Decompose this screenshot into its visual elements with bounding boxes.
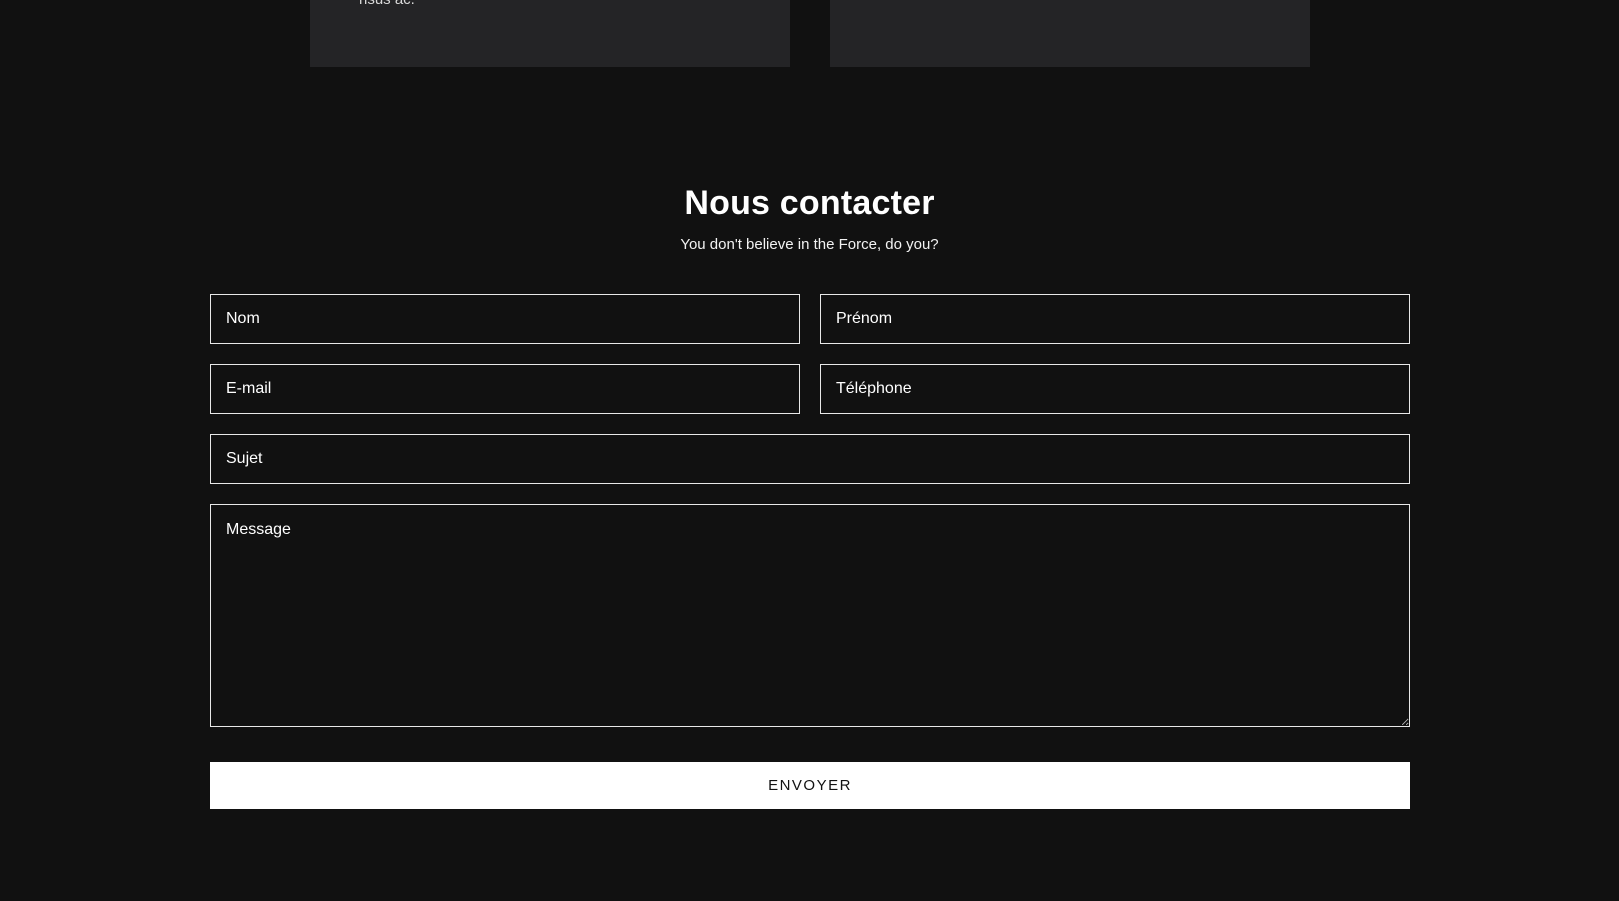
sujet-input[interactable] [210,434,1410,484]
feature-card-text: risus ac. [359,0,415,8]
feature-card-right [830,0,1310,67]
message-textarea[interactable] [210,504,1410,727]
contact-subtitle: You don't believe in the Force, do you? [680,236,939,253]
nom-input[interactable] [210,294,800,344]
telephone-input[interactable] [820,364,1410,414]
feature-card-left: risus ac. [310,0,790,67]
contact-title: Nous contacter [684,184,935,222]
submit-button[interactable]: ENVOYER [210,762,1410,809]
page: risus ac. Nous contacter You don't belie… [0,0,1619,901]
email-input[interactable] [210,364,800,414]
prenom-input[interactable] [820,294,1410,344]
